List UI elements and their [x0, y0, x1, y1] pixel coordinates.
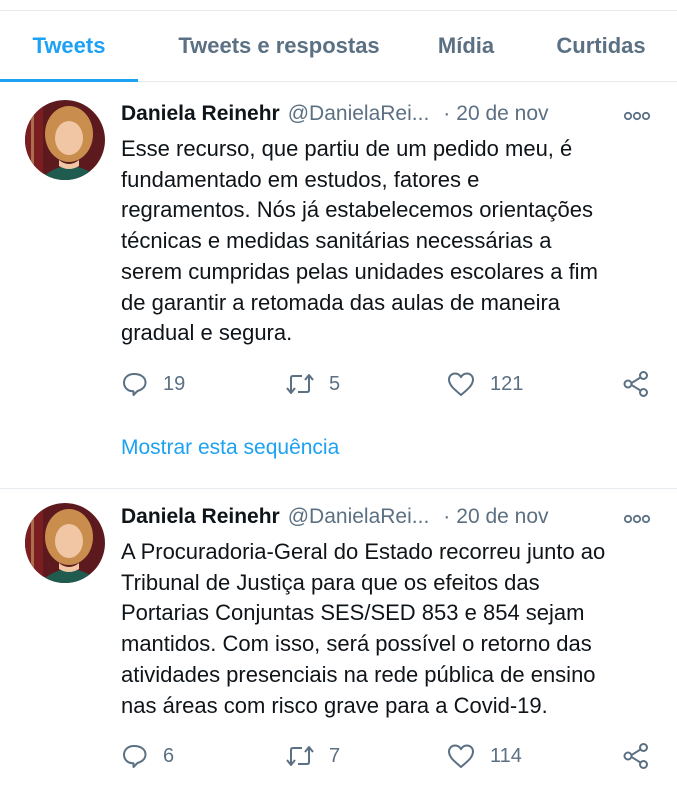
retweet-count: 7	[329, 744, 341, 767]
tweet-header: Daniela Reinehr @DanielaRei... · 20 de n…	[121, 101, 549, 127]
avatar[interactable]	[25, 100, 105, 180]
tab-label: Curtidas	[556, 33, 646, 58]
tweet-text-line: gradual e segura.	[121, 320, 293, 346]
tweet-date[interactable]: 20 de nov	[456, 505, 548, 529]
tab-tweets[interactable]: Tweets	[0, 11, 138, 82]
author-handle[interactable]: @DanielaRei...	[288, 505, 430, 529]
tweet-text-line: Tribunal de Justiça para que os efeitos …	[121, 569, 540, 595]
tweet-text-line: de garantir a retomada das aulas de mane…	[121, 289, 561, 315]
more-dots-icon[interactable]	[623, 509, 651, 529]
retweet-arrows-icon	[286, 746, 314, 766]
tab-label: Tweets e respostas	[178, 33, 380, 58]
tweet-actions: 19 5 121	[121, 369, 661, 399]
tweet[interactable]: Daniela Reinehr @DanielaRei... · 20 de n…	[0, 82, 677, 489]
share-nodes-icon	[623, 371, 648, 397]
reply-button[interactable]: 19	[121, 369, 185, 399]
share-button[interactable]	[622, 369, 650, 399]
more-dots-icon[interactable]	[623, 106, 651, 126]
tweet-text-line: nas áreas com risco grave para a Covid-1…	[121, 692, 548, 718]
tweet-text: A Procuradoria-Geral do Estado recorreu …	[121, 537, 661, 721]
tweet-text-line: fundamentado em estudos, fatores e	[121, 166, 480, 192]
tab-likes[interactable]: Curtidas	[536, 11, 666, 81]
like-count: 121	[490, 372, 524, 395]
speech-bubble-icon	[123, 373, 147, 396]
tab-tweets-and-replies[interactable]: Tweets e respostas	[148, 11, 410, 81]
show-thread-link[interactable]: Mostrar esta sequência	[121, 436, 339, 460]
tab-media[interactable]: Mídia	[418, 11, 514, 81]
separator: ·	[443, 505, 451, 528]
avatar[interactable]	[25, 503, 105, 583]
tweet-text-line: serem cumpridas pelas unidades escolares…	[121, 258, 598, 284]
tab-label: Tweets	[32, 33, 106, 58]
speech-bubble-icon	[123, 745, 147, 768]
like-count: 114	[490, 744, 522, 767]
like-button[interactable]: 121	[446, 369, 523, 399]
tweet-date[interactable]: 20 de nov	[456, 102, 548, 126]
tweet-actions: 6 7 114	[121, 741, 661, 771]
retweet-arrows-icon	[286, 374, 314, 394]
tab-label: Mídia	[437, 33, 495, 58]
tweet-text-line: mantidos. Com isso, será possível o reto…	[121, 631, 592, 657]
author-name[interactable]: Daniela Reinehr	[121, 505, 280, 529]
separator: ·	[443, 102, 451, 125]
tweet-text: Esse recurso, que partiu de um pedido me…	[121, 134, 661, 349]
reply-count: 6	[163, 744, 175, 767]
avatar-image	[25, 503, 105, 583]
heart-icon	[448, 372, 474, 396]
tweet-header: Daniela Reinehr @DanielaRei... · 20 de n…	[121, 504, 549, 530]
retweet-button[interactable]: 7	[285, 741, 340, 771]
tweet-text-line: técnicas e medidas sanitárias necessária…	[121, 228, 552, 254]
author-name[interactable]: Daniela Reinehr	[121, 102, 280, 126]
reply-count: 19	[163, 372, 186, 395]
reply-button[interactable]: 6	[121, 741, 174, 771]
author-handle[interactable]: @DanielaRei...	[288, 102, 430, 126]
heart-icon	[448, 744, 474, 768]
avatar-image	[25, 100, 105, 180]
tweet-text-line: atividades presenciais na rede pública d…	[121, 661, 596, 687]
share-nodes-icon	[623, 743, 648, 769]
tweet-text-line: A Procuradoria-Geral do Estado recorreu …	[121, 539, 606, 564]
tweet-text-line: Portarias Conjuntas SES/SED 853 e 854 se…	[121, 600, 585, 626]
tweet-text-line: regramentos. Nós já estabelecemos orient…	[121, 197, 594, 223]
tweet[interactable]: Daniela Reinehr @DanielaRei... · 20 de n…	[0, 489, 677, 800]
retweet-count: 5	[329, 372, 341, 395]
profile-tabs: Tweets Tweets e respostas Mídia Curtidas	[0, 11, 677, 82]
tweet-text-line: Esse recurso, que partiu de um pedido me…	[121, 136, 573, 161]
share-button[interactable]	[622, 741, 650, 771]
retweet-button[interactable]: 5	[285, 369, 340, 399]
like-button[interactable]: 114	[446, 741, 522, 771]
